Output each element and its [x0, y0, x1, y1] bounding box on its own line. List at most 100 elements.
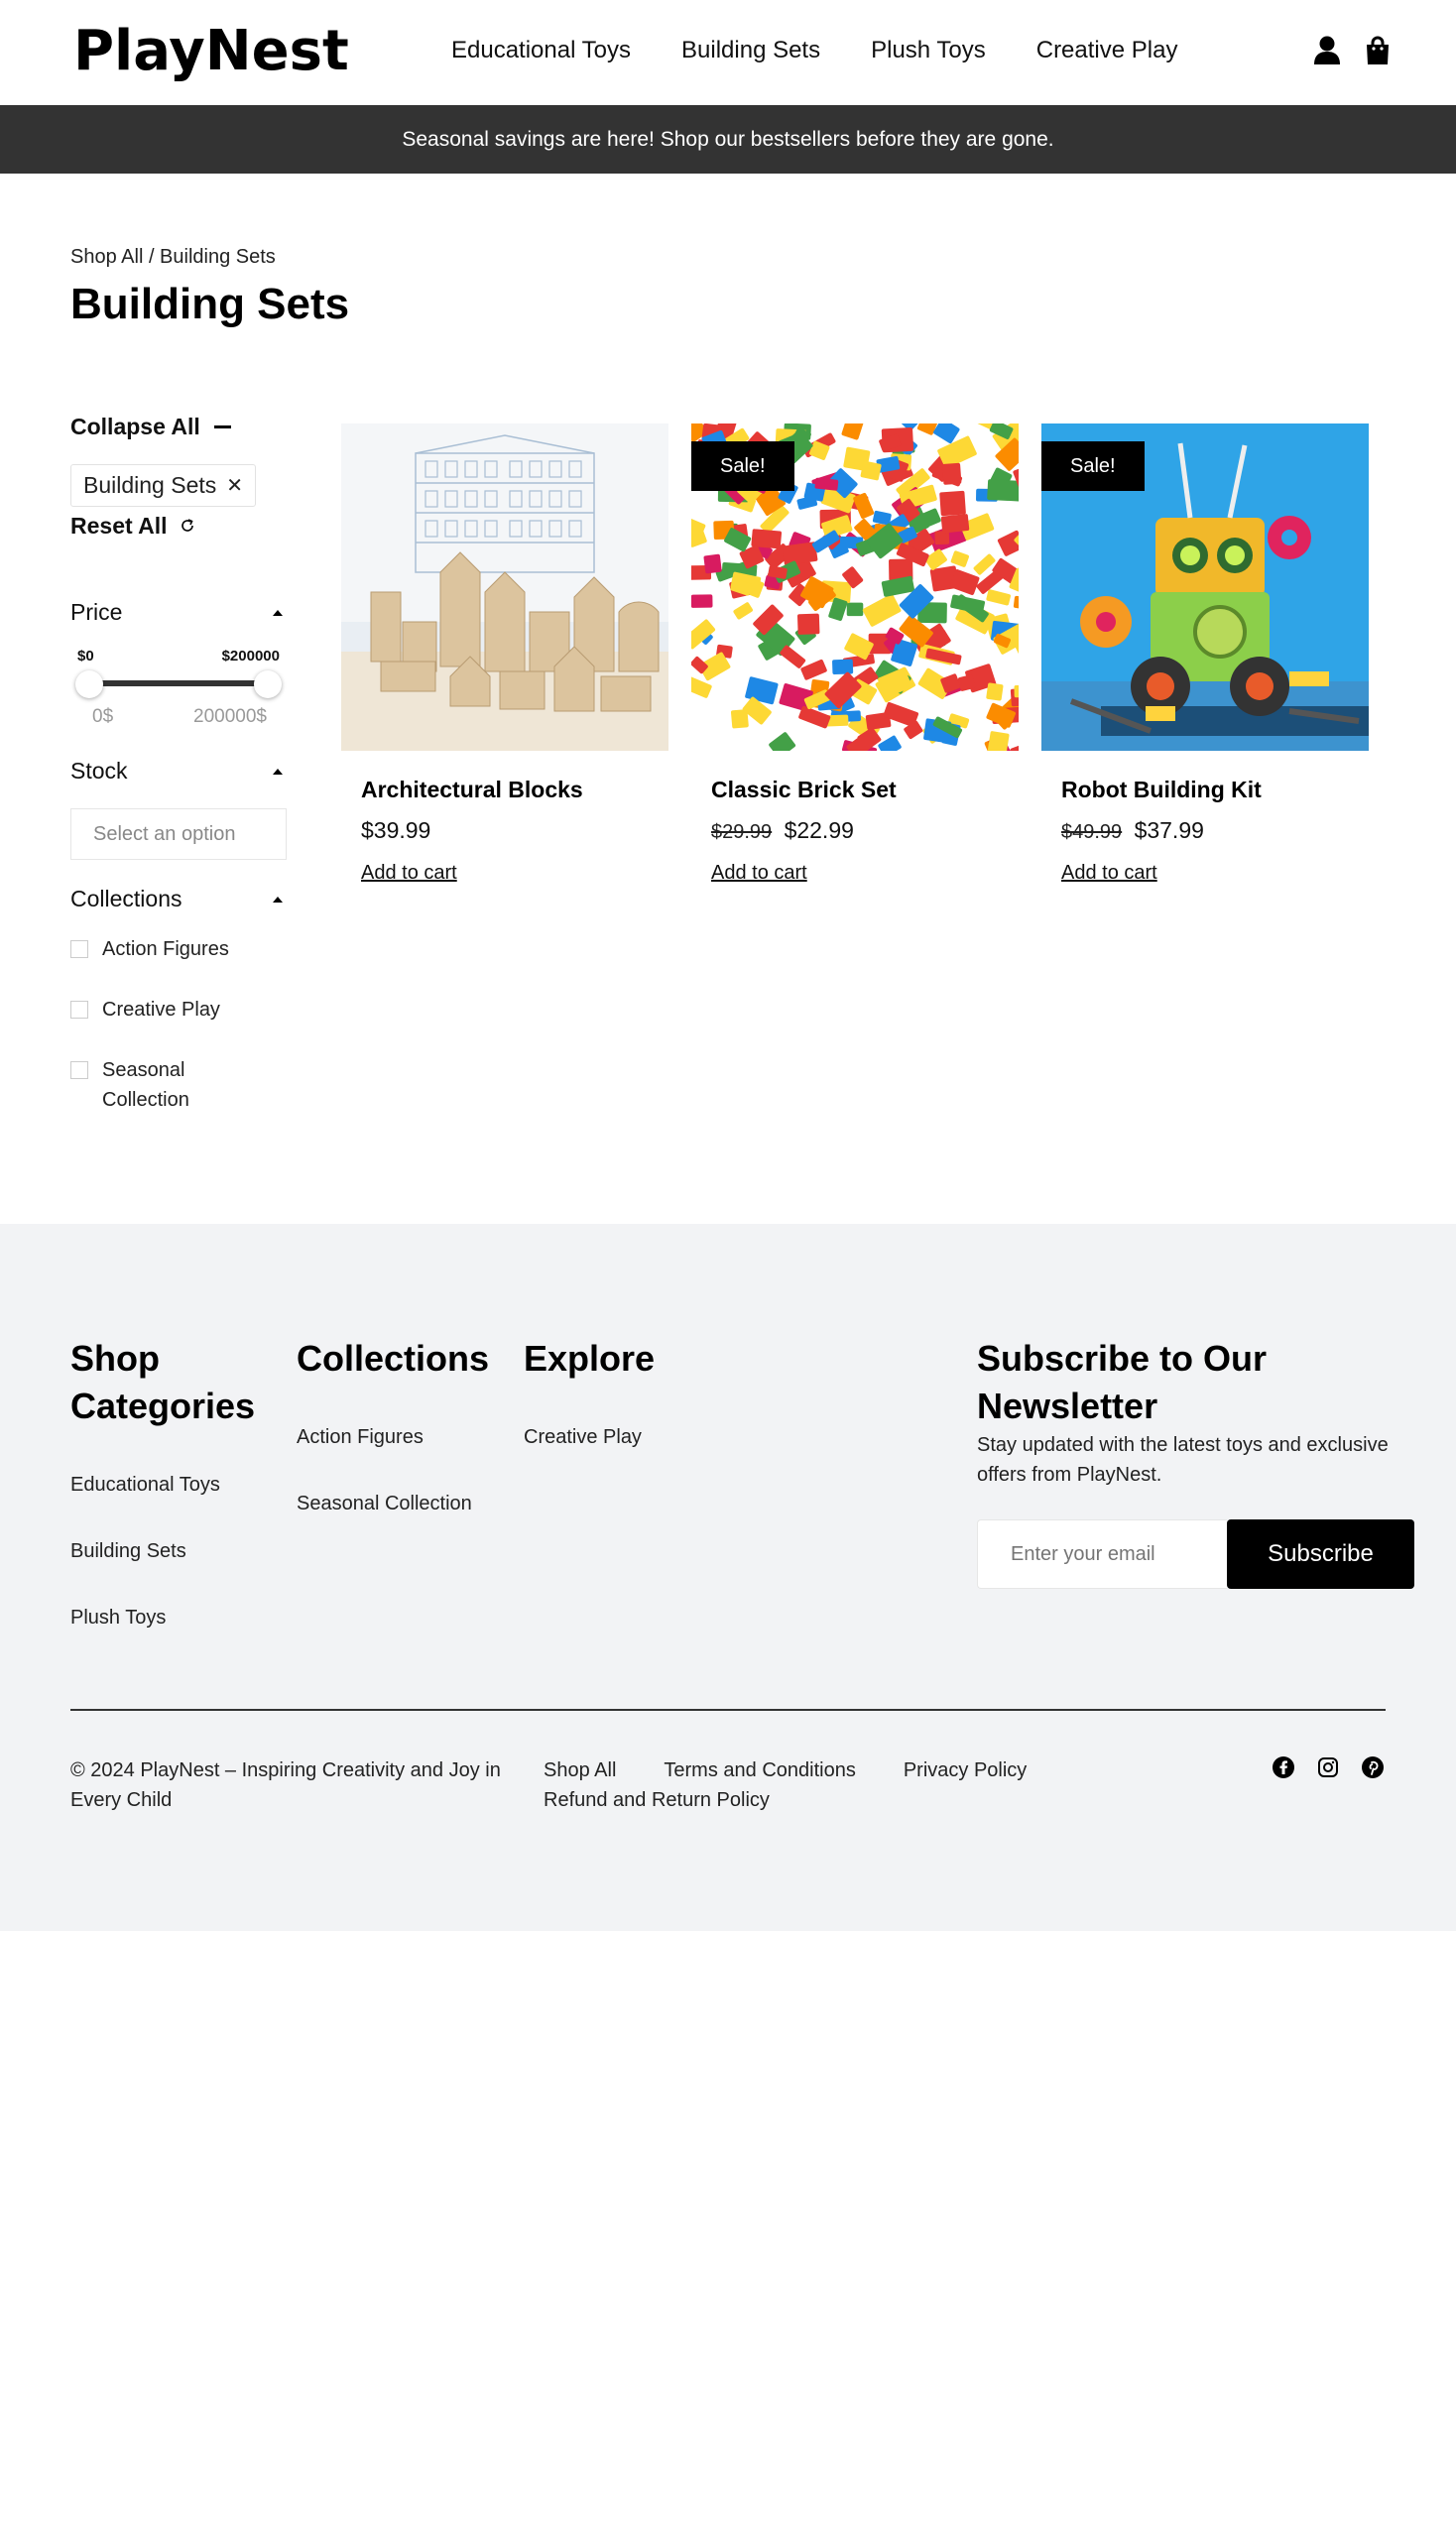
collection-option-action-figures[interactable]: Action Figures: [70, 934, 287, 964]
social-links: [1272, 1755, 1385, 1784]
product-name[interactable]: Classic Brick Set: [711, 777, 1019, 803]
collapse-all-label: Collapse All: [70, 413, 200, 439]
collapse-all-button[interactable]: Collapse All: [70, 405, 287, 448]
footer-collections: Collections Action Figures Seasonal Coll…: [297, 1335, 515, 1555]
close-icon[interactable]: ✕: [226, 473, 243, 498]
original-price: $29.99: [711, 821, 773, 843]
instagram-icon[interactable]: [1316, 1755, 1340, 1784]
active-filter-label: Building Sets: [83, 472, 217, 498]
price-range-slider[interactable]: [70, 666, 287, 700]
current-price: $37.99: [1134, 817, 1204, 843]
add-to-cart-button[interactable]: Add to cart: [1061, 862, 1157, 885]
add-to-cart-button[interactable]: Add to cart: [361, 862, 457, 885]
slider-track: [88, 680, 269, 686]
reset-all-label: Reset All: [70, 513, 168, 539]
add-to-cart-button[interactable]: Add to cart: [711, 862, 807, 885]
collection-option-label: Seasonal Collection: [102, 1059, 189, 1111]
product-price: $29.99 $22.99: [711, 817, 1019, 844]
pinterest-icon[interactable]: [1361, 1755, 1385, 1784]
promo-banner: Seasonal savings are here! Shop our best…: [0, 105, 1456, 174]
stock-filter-label: Stock: [70, 758, 128, 784]
footer-explore: Explore Creative Play: [524, 1335, 742, 1489]
stock-filter-header[interactable]: Stock: [70, 758, 287, 785]
collection-option-label: Action Figures: [102, 938, 229, 960]
footer-heading: Explore: [524, 1338, 656, 1379]
nav-item-building-sets[interactable]: Building Sets: [681, 33, 820, 68]
reset-all-button[interactable]: Reset All: [70, 513, 287, 540]
collection-option-label: Creative Play: [102, 999, 220, 1021]
newsletter-form: Subscribe: [977, 1519, 1414, 1589]
footer-link[interactable]: Creative Play: [524, 1422, 742, 1452]
price-min-value: 0$: [92, 706, 114, 727]
page-title: Building Sets: [70, 280, 350, 328]
product-image-robot-building-kit[interactable]: Sale!: [1041, 423, 1369, 751]
price-range-labels: $0 $200000: [70, 648, 287, 665]
newsletter-title: Subscribe to Our Newsletter: [977, 1338, 1268, 1426]
subscribe-button[interactable]: Subscribe: [1227, 1519, 1414, 1589]
checkbox[interactable]: [70, 1061, 88, 1079]
footer-shop-categories: Shop Categories Educational Toys Buildin…: [70, 1335, 279, 1669]
footer-heading: Collections: [297, 1338, 490, 1379]
sale-badge: Sale!: [1041, 441, 1145, 491]
collections-filter-header[interactable]: Collections: [70, 886, 287, 912]
facebook-icon[interactable]: [1272, 1755, 1295, 1784]
active-filter-chip[interactable]: Building Sets ✕: [70, 464, 257, 507]
legal-links: Shop All Terms and Conditions Privacy Poli…: [544, 1755, 1099, 1815]
footer-link[interactable]: Seasonal Collection: [297, 1489, 515, 1518]
refresh-icon: [180, 513, 195, 540]
newsletter-text: Stay updated with the latest toys and ex…: [977, 1434, 1389, 1486]
product-price: $49.99 $37.99: [1061, 817, 1369, 844]
checkbox[interactable]: [70, 1001, 88, 1019]
current-price: $39.99: [361, 817, 431, 843]
sale-badge: Sale!: [691, 441, 794, 491]
collection-option-creative-play[interactable]: Creative Play: [70, 995, 287, 1025]
main-nav: Educational Toys Building Sets Plush Toy…: [451, 33, 1177, 68]
nav-item-creative-play[interactable]: Creative Play: [1036, 33, 1178, 68]
legal-link-shop-all[interactable]: Shop All: [544, 1759, 616, 1781]
site-header: PlayNest Educational Toys Building Sets …: [0, 0, 1456, 105]
minus-icon: [213, 424, 231, 428]
product-card: Sale! Classic Brick Set $29.99 $22.99 Ad…: [691, 423, 1019, 885]
collections-options: Action Figures Creative Play Seasonal Co…: [70, 934, 287, 1115]
site-footer: Shop Categories Educational Toys Buildin…: [0, 1224, 1456, 1931]
legal-link-refund[interactable]: Refund and Return Policy: [544, 1789, 770, 1811]
product-image-classic-brick-set[interactable]: Sale!: [691, 423, 1019, 751]
newsletter-section: Subscribe to Our Newsletter Stay updated…: [977, 1335, 1394, 1490]
price-max-value: 200000$: [193, 706, 267, 727]
slider-max-handle[interactable]: [254, 670, 282, 698]
product-image-architectural-blocks[interactable]: [341, 423, 668, 751]
site-logo[interactable]: PlayNest: [73, 22, 349, 81]
shopping-bag-icon[interactable]: [1365, 36, 1391, 65]
price-max-label: $200000: [221, 648, 280, 665]
price-filter-header[interactable]: Price: [70, 599, 287, 626]
product-name[interactable]: Architectural Blocks: [361, 777, 668, 803]
current-price: $22.99: [784, 817, 854, 843]
copyright: © 2024 PlayNest – Inspiring Creativity a…: [70, 1759, 501, 1811]
product-card: Architectural Blocks $39.99 Add to cart: [341, 423, 668, 885]
footer-link[interactable]: Building Sets: [70, 1536, 279, 1566]
footer-heading: Shop Categories: [70, 1338, 256, 1426]
user-icon[interactable]: [1313, 36, 1341, 65]
slider-min-handle[interactable]: [75, 670, 103, 698]
breadcrumb[interactable]: Shop All / Building Sets: [70, 246, 276, 269]
stock-select[interactable]: Select an option: [70, 808, 287, 860]
chevron-up-icon: [273, 768, 283, 775]
chevron-up-icon: [273, 609, 283, 616]
chevron-up-icon: [273, 896, 283, 903]
footer-divider: [70, 1709, 1386, 1711]
price-min-label: $0: [77, 648, 94, 665]
collection-option-seasonal-collection[interactable]: Seasonal Collection: [70, 1055, 287, 1115]
footer-link[interactable]: Educational Toys: [70, 1470, 279, 1500]
email-field[interactable]: [977, 1519, 1227, 1589]
nav-item-plush-toys[interactable]: Plush Toys: [871, 33, 986, 68]
filter-sidebar: Collapse All Building Sets ✕ Reset All P…: [70, 405, 287, 1146]
product-name[interactable]: Robot Building Kit: [1061, 777, 1369, 803]
product-price: $39.99: [361, 817, 668, 844]
price-range-values: 0$ 200000$: [70, 706, 287, 728]
legal-link-terms[interactable]: Terms and Conditions: [664, 1759, 855, 1781]
footer-link[interactable]: Plush Toys: [70, 1603, 279, 1632]
footer-link[interactable]: Action Figures: [297, 1422, 515, 1452]
nav-item-educational-toys[interactable]: Educational Toys: [451, 33, 631, 68]
checkbox[interactable]: [70, 940, 88, 958]
legal-link-privacy[interactable]: Privacy Policy: [904, 1759, 1027, 1781]
